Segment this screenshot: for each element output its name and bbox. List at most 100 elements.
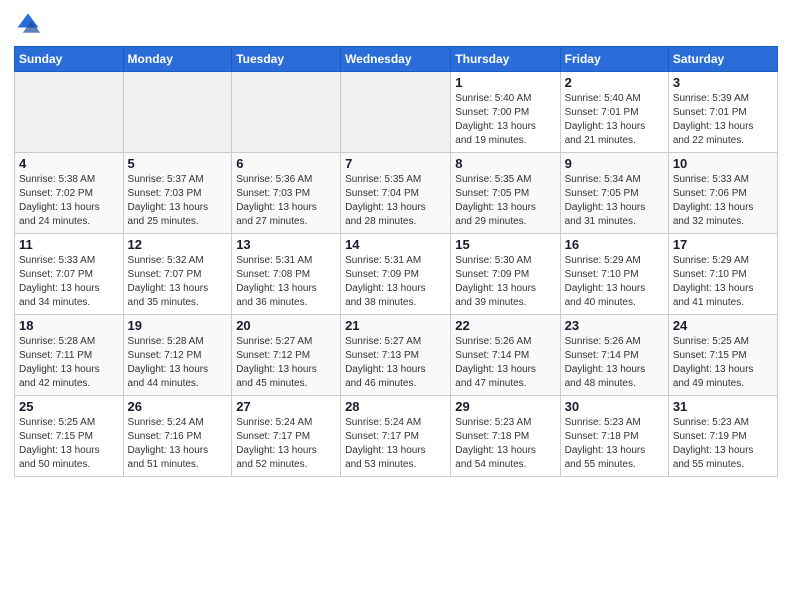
day-number: 10 [673, 156, 773, 171]
day-info: Sunrise: 5:28 AMSunset: 7:12 PMDaylight:… [128, 335, 228, 391]
day-number: 16 [565, 237, 664, 252]
day-number: 23 [565, 318, 664, 333]
day-number: 20 [236, 318, 336, 333]
calendar-week-row: 11Sunrise: 5:33 AMSunset: 7:07 PMDayligh… [15, 234, 778, 315]
day-info: Sunrise: 5:23 AMSunset: 7:18 PMDaylight:… [455, 416, 555, 472]
calendar-day-26: 26 Sunrise: 5:24 AMSunset: 7:16 PMDayligh… [123, 396, 232, 477]
day-info: Sunrise: 5:25 AMSunset: 7:15 PMDaylight:… [19, 416, 119, 472]
day-number: 8 [455, 156, 555, 171]
day-info: Sunrise: 5:23 AMSunset: 7:19 PMDaylight:… [673, 416, 773, 472]
day-number: 22 [455, 318, 555, 333]
calendar-day-13: 13 Sunrise: 5:31 AMSunset: 7:08 PMDayligh… [232, 234, 341, 315]
weekday-header-monday: Monday [123, 47, 232, 72]
day-number: 30 [565, 399, 664, 414]
calendar-day-2: 2 Sunrise: 5:40 AMSunset: 7:01 PMDaylight… [560, 72, 668, 153]
calendar-day-30: 30 Sunrise: 5:23 AMSunset: 7:18 PMDayligh… [560, 396, 668, 477]
day-number: 5 [128, 156, 228, 171]
weekday-header-tuesday: Tuesday [232, 47, 341, 72]
calendar-day-21: 21Sunrise: 5:27 AMSunset: 7:13 PMDayligh… [341, 315, 451, 396]
calendar-table: SundayMondayTuesdayWednesdayThursdayFrid… [14, 46, 778, 477]
weekday-header-thursday: Thursday [451, 47, 560, 72]
day-number: 28 [345, 399, 446, 414]
day-info: Sunrise: 5:24 AMSunset: 7:16 PMDaylight:… [128, 416, 228, 472]
day-info: Sunrise: 5:35 AMSunset: 7:05 PMDaylight:… [455, 173, 555, 229]
day-number: 27 [236, 399, 336, 414]
calendar-day-15: 15Sunrise: 5:30 AMSunset: 7:09 PMDayligh… [451, 234, 560, 315]
header [14, 10, 778, 38]
day-info: Sunrise: 5:39 AMSunset: 7:01 PMDaylight:… [673, 92, 773, 148]
day-number: 3 [673, 75, 773, 90]
calendar-week-row: 25 Sunrise: 5:25 AMSunset: 7:15 PMDayligh… [15, 396, 778, 477]
day-number: 18 [19, 318, 119, 333]
day-number: 2 [565, 75, 664, 90]
logo-icon [14, 10, 42, 38]
calendar-day-31: 31 Sunrise: 5:23 AMSunset: 7:19 PMDayligh… [668, 396, 777, 477]
weekday-header-friday: Friday [560, 47, 668, 72]
calendar-week-row: 18 Sunrise: 5:28 AMSunset: 7:11 PMDayligh… [15, 315, 778, 396]
day-info: Sunrise: 5:29 AMSunset: 7:10 PMDaylight:… [673, 254, 773, 310]
day-info: Sunrise: 5:23 AMSunset: 7:18 PMDaylight:… [565, 416, 664, 472]
day-number: 24 [673, 318, 773, 333]
calendar-day-empty [15, 72, 124, 153]
day-number: 17 [673, 237, 773, 252]
calendar-day-24: 24 Sunrise: 5:25 AMSunset: 7:15 PMDayligh… [668, 315, 777, 396]
day-info: Sunrise: 5:33 AMSunset: 7:06 PMDaylight:… [673, 173, 773, 229]
day-info: Sunrise: 5:31 AMSunset: 7:08 PMDaylight:… [236, 254, 336, 310]
day-info: Sunrise: 5:28 AMSunset: 7:11 PMDaylight:… [19, 335, 119, 391]
weekday-header-wednesday: Wednesday [341, 47, 451, 72]
day-info: Sunrise: 5:24 AMSunset: 7:17 PMDaylight:… [236, 416, 336, 472]
day-number: 25 [19, 399, 119, 414]
calendar-day-16: 16 Sunrise: 5:29 AMSunset: 7:10 PMDayligh… [560, 234, 668, 315]
day-info: Sunrise: 5:31 AMSunset: 7:09 PMDaylight:… [345, 254, 446, 310]
calendar-day-3: 3 Sunrise: 5:39 AMSunset: 7:01 PMDaylight… [668, 72, 777, 153]
calendar-day-19: 19 Sunrise: 5:28 AMSunset: 7:12 PMDayligh… [123, 315, 232, 396]
calendar-day-14: 14 Sunrise: 5:31 AMSunset: 7:09 PMDayligh… [341, 234, 451, 315]
weekday-header-sunday: Sunday [15, 47, 124, 72]
day-number: 26 [128, 399, 228, 414]
day-number: 19 [128, 318, 228, 333]
day-info: Sunrise: 5:40 AMSunset: 7:01 PMDaylight:… [565, 92, 664, 148]
day-number: 31 [673, 399, 773, 414]
calendar-day-20: 20 Sunrise: 5:27 AMSunset: 7:12 PMDayligh… [232, 315, 341, 396]
calendar-day-empty [123, 72, 232, 153]
day-info: Sunrise: 5:40 AMSunset: 7:00 PMDaylight:… [455, 92, 555, 148]
day-info: Sunrise: 5:26 AMSunset: 7:14 PMDaylight:… [455, 335, 555, 391]
calendar-day-11: 11Sunrise: 5:33 AMSunset: 7:07 PMDayligh… [15, 234, 124, 315]
day-number: 7 [345, 156, 446, 171]
day-info: Sunrise: 5:27 AMSunset: 7:12 PMDaylight:… [236, 335, 336, 391]
day-number: 9 [565, 156, 664, 171]
calendar-day-10: 10 Sunrise: 5:33 AMSunset: 7:06 PMDayligh… [668, 153, 777, 234]
day-info: Sunrise: 5:33 AMSunset: 7:07 PMDaylight:… [19, 254, 119, 310]
calendar-day-17: 17 Sunrise: 5:29 AMSunset: 7:10 PMDayligh… [668, 234, 777, 315]
day-info: Sunrise: 5:35 AMSunset: 7:04 PMDaylight:… [345, 173, 446, 229]
calendar-day-25: 25 Sunrise: 5:25 AMSunset: 7:15 PMDayligh… [15, 396, 124, 477]
logo [14, 10, 46, 38]
day-number: 4 [19, 156, 119, 171]
calendar-day-empty [341, 72, 451, 153]
day-number: 15 [455, 237, 555, 252]
day-number: 29 [455, 399, 555, 414]
calendar-week-row: 1 Sunrise: 5:40 AMSunset: 7:00 PMDaylight… [15, 72, 778, 153]
day-number: 14 [345, 237, 446, 252]
calendar-day-28: 28Sunrise: 5:24 AMSunset: 7:17 PMDayligh… [341, 396, 451, 477]
calendar-week-row: 4Sunrise: 5:38 AMSunset: 7:02 PMDaylight… [15, 153, 778, 234]
calendar-day-12: 12Sunrise: 5:32 AMSunset: 7:07 PMDayligh… [123, 234, 232, 315]
day-info: Sunrise: 5:29 AMSunset: 7:10 PMDaylight:… [565, 254, 664, 310]
calendar-day-empty [232, 72, 341, 153]
weekday-header-saturday: Saturday [668, 47, 777, 72]
day-number: 1 [455, 75, 555, 90]
page: SundayMondayTuesdayWednesdayThursdayFrid… [0, 0, 792, 612]
calendar-day-9: 9Sunrise: 5:34 AMSunset: 7:05 PMDaylight… [560, 153, 668, 234]
calendar-day-18: 18 Sunrise: 5:28 AMSunset: 7:11 PMDayligh… [15, 315, 124, 396]
calendar-day-8: 8 Sunrise: 5:35 AMSunset: 7:05 PMDaylight… [451, 153, 560, 234]
day-info: Sunrise: 5:32 AMSunset: 7:07 PMDaylight:… [128, 254, 228, 310]
weekday-header-row: SundayMondayTuesdayWednesdayThursdayFrid… [15, 47, 778, 72]
calendar-day-29: 29 Sunrise: 5:23 AMSunset: 7:18 PMDayligh… [451, 396, 560, 477]
calendar-day-7: 7 Sunrise: 5:35 AMSunset: 7:04 PMDaylight… [341, 153, 451, 234]
calendar-day-23: 23Sunrise: 5:26 AMSunset: 7:14 PMDayligh… [560, 315, 668, 396]
day-info: Sunrise: 5:36 AMSunset: 7:03 PMDaylight:… [236, 173, 336, 229]
calendar-day-4: 4Sunrise: 5:38 AMSunset: 7:02 PMDaylight… [15, 153, 124, 234]
day-number: 13 [236, 237, 336, 252]
day-number: 21 [345, 318, 446, 333]
day-info: Sunrise: 5:25 AMSunset: 7:15 PMDaylight:… [673, 335, 773, 391]
